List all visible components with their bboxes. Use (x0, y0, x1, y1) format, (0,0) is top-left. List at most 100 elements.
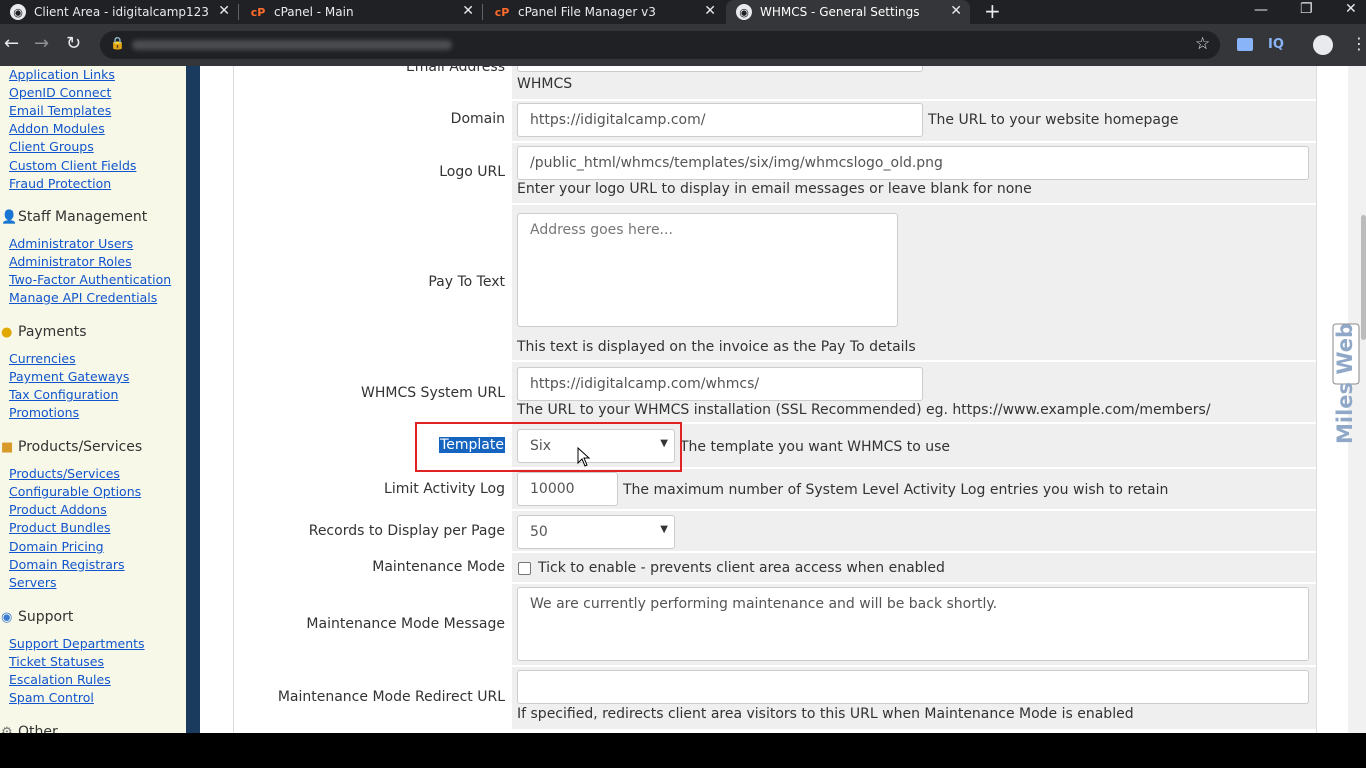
tab-title: WHMCS - General Settings (760, 5, 920, 19)
sidebar-link-servers[interactable]: Servers (9, 575, 57, 590)
records-per-page-select[interactable]: 50 ▼ (517, 515, 675, 549)
restore-icon[interactable]: ❐ (1300, 1, 1313, 17)
sidebar-link-manage-api-credentials[interactable]: Manage API Credentials (9, 290, 157, 305)
section-title: Other (18, 724, 58, 733)
sidebar-link-fraud-protection[interactable]: Fraud Protection (9, 176, 111, 191)
browser-tab-file-manager[interactable]: cP cPanel File Manager v3 ✕ (484, 0, 724, 24)
tab-title: Client Area - idigitalcamp123 (34, 5, 209, 19)
sidebar-section-products-services: ■ Products/Services (1, 439, 142, 455)
new-tab-button[interactable]: + (984, 0, 1001, 22)
bookmark-star-icon[interactable]: ☆ (1195, 34, 1210, 54)
sidebar-link-administrator-users[interactable]: Administrator Users (9, 236, 133, 251)
logo-url-input[interactable]: /public_html/whmcs/templates/six/img/whm… (517, 146, 1309, 180)
maintenance-message-textarea[interactable]: We are currently performing maintenance … (517, 587, 1309, 661)
browser-tab-cpanel-main[interactable]: cP cPanel - Main ✕ (240, 0, 482, 24)
coins-icon: ● (1, 325, 13, 340)
extension-icon[interactable] (1237, 38, 1253, 51)
browser-tab-strip: ◉ Client Area - idigitalcamp123 ✕ cP cPa… (0, 0, 1366, 24)
sidebar-link-support-departments[interactable]: Support Departments (9, 636, 145, 651)
maintenance-mode-label: Maintenance Mode (372, 559, 505, 575)
sidebar-link-escalation-rules[interactable]: Escalation Rules (9, 672, 111, 687)
sidebar-link-domain-registrars[interactable]: Domain Registrars (9, 557, 125, 572)
section-title: Support (18, 609, 74, 625)
sidebar-link-application-links[interactable]: Application Links (9, 67, 115, 82)
logo-url-label: Logo URL (439, 164, 505, 180)
template-help: The template you want WHMCS to use (680, 439, 950, 455)
sidebar-link-addon-modules[interactable]: Addon Modules (9, 121, 105, 136)
tab-separator (482, 4, 483, 20)
highlight-annotation (415, 422, 682, 472)
back-icon[interactable]: ← (4, 34, 19, 54)
pay-to-text-textarea[interactable]: Address goes here... (517, 213, 898, 327)
sidebar-link-product-bundles[interactable]: Product Bundles (9, 520, 110, 535)
logo-url-help: Enter your logo URL to display in email … (517, 181, 1032, 197)
domain-input[interactable]: https://idigitalcamp.com/ (517, 103, 923, 137)
profile-avatar-icon[interactable] (1313, 35, 1333, 55)
sidebar-section-support: ◉ Support (1, 609, 73, 625)
sidebar-link-promotions[interactable]: Promotions (9, 405, 79, 420)
sidebar-divider (186, 66, 200, 733)
maintenance-mode-help: Tick to enable - prevents client area ac… (538, 560, 945, 576)
browser-toolbar: ← → ↻ 🔒 ☆ IQ ⋮ (0, 24, 1366, 66)
browser-tab-client-area[interactable]: ◉ Client Area - idigitalcamp123 ✕ (0, 0, 238, 24)
close-tab-icon[interactable]: ✕ (704, 3, 716, 19)
window-close-icon[interactable]: ✕ (1345, 1, 1357, 17)
section-title: Products/Services (18, 439, 143, 455)
forward-icon[interactable]: → (34, 34, 49, 54)
box-icon: ■ (1, 440, 14, 455)
mouse-cursor-icon (577, 446, 591, 472)
activity-log-help: The maximum number of System Level Activ… (623, 482, 1169, 498)
scrollbar-thumb[interactable] (1361, 215, 1366, 340)
sidebar-link-custom-client-fields[interactable]: Custom Client Fields (9, 158, 136, 173)
sidebar-link-tax-configuration[interactable]: Tax Configuration (9, 387, 118, 402)
chevron-down-icon: ▼ (660, 524, 668, 535)
email-address-input[interactable] (517, 66, 923, 72)
tab-title: cPanel File Manager v3 (518, 5, 656, 19)
sidebar-link-two-factor-authentication[interactable]: Two-Factor Authentication (9, 272, 171, 287)
records-per-page-value: 50 (530, 524, 548, 540)
settings-main: Email Address WHMCS Domain https://idigi… (200, 66, 1348, 733)
system-url-input[interactable]: https://idigitalcamp.com/whmcs/ (517, 367, 923, 401)
admin-sidebar: Application Links OpenID Connect Email T… (0, 66, 186, 733)
browser-tab-whmcs-settings[interactable]: ◉ WHMCS - General Settings ✕ (726, 0, 970, 24)
sidebar-link-client-groups[interactable]: Client Groups (9, 139, 94, 154)
sidebar-link-domain-pricing[interactable]: Domain Pricing (9, 539, 104, 554)
sidebar-link-product-addons[interactable]: Product Addons (9, 502, 107, 517)
close-tab-icon[interactable]: ✕ (950, 3, 962, 19)
maintenance-message-label: Maintenance Mode Message (306, 616, 505, 632)
sidebar-link-spam-control[interactable]: Spam Control (9, 690, 94, 705)
address-bar[interactable]: 🔒 (100, 31, 1220, 59)
globe-icon: ◉ (10, 4, 26, 20)
sidebar-link-currencies[interactable]: Currencies (9, 351, 76, 366)
sidebar-link-configurable-options[interactable]: Configurable Options (9, 484, 141, 499)
system-url-label: WHMCS System URL (361, 385, 505, 401)
maintenance-redirect-help: If specified, redirects client area visi… (517, 706, 1134, 722)
sidebar-link-products-services[interactable]: Products/Services (9, 466, 120, 481)
screen-bottom-bar (0, 733, 1366, 768)
reload-icon[interactable]: ↻ (66, 34, 81, 54)
sidebar-section-staff-management: 👤Staff Management (1, 209, 147, 225)
minimize-icon[interactable]: — (1254, 2, 1268, 18)
sidebar-link-openid-connect[interactable]: OpenID Connect (9, 85, 111, 100)
maintenance-mode-checkbox[interactable] (518, 562, 531, 575)
browser-menu-icon[interactable]: ⋮ (1351, 34, 1366, 53)
maintenance-redirect-input[interactable] (517, 670, 1309, 704)
email-address-label: Email Address (405, 66, 505, 75)
domain-label: Domain (450, 111, 505, 127)
close-tab-icon[interactable]: ✕ (218, 3, 230, 19)
sidebar-link-administrator-roles[interactable]: Administrator Roles (9, 254, 132, 269)
lock-icon: 🔒 (110, 36, 125, 50)
sidebar-section-payments: ● Payments (1, 324, 87, 340)
sidebar-link-payment-gateways[interactable]: Payment Gateways (9, 369, 129, 384)
iq-extension-icon[interactable]: IQ (1268, 37, 1284, 52)
support-icon: ◉ (1, 610, 13, 625)
sidebar-link-ticket-statuses[interactable]: Ticket Statuses (9, 654, 104, 669)
activity-log-input[interactable]: 10000 (517, 472, 618, 506)
email-address-value: WHMCS (517, 76, 573, 92)
tab-separator (238, 4, 239, 20)
close-tab-icon[interactable]: ✕ (462, 3, 474, 19)
records-per-page-label: Records to Display per Page (308, 523, 505, 539)
sidebar-link-email-templates[interactable]: Email Templates (9, 103, 111, 118)
watermark-logo: Miles Web (1331, 322, 1361, 447)
activity-log-label: Limit Activity Log (384, 481, 505, 497)
